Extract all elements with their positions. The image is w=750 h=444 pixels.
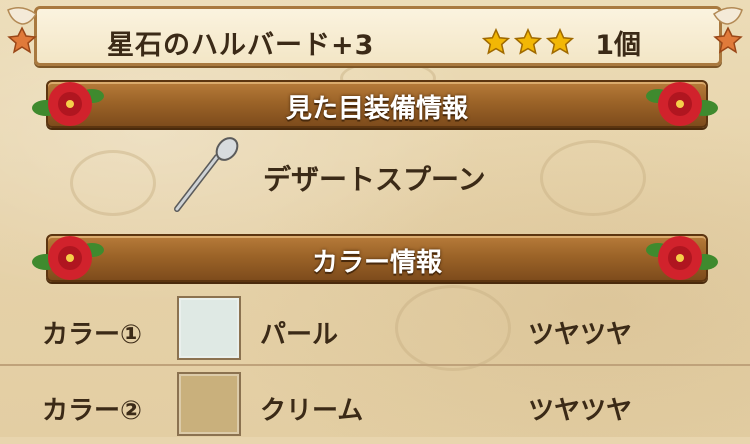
starfish-shell-ornament-icon <box>713 7 743 54</box>
row-divider <box>0 364 750 366</box>
spoon-icon <box>174 137 239 212</box>
appearance-item-name: デザートスプーン <box>263 163 486 196</box>
color-row: カラー① パール ツヤツヤ <box>0 296 750 368</box>
color-swatch <box>177 372 241 436</box>
color-swatch <box>177 296 241 360</box>
color-section-banner: カラー情報 <box>46 234 708 282</box>
item-name: 星石のハルバード+3 <box>107 30 375 61</box>
item-header: 星石のハルバード+3 1個 <box>34 6 722 66</box>
star-icon <box>514 28 542 55</box>
appearance-section-banner: 見た目装備情報 <box>46 80 708 128</box>
starfish-shell-ornament-icon <box>7 7 37 54</box>
color-row-label: カラー② <box>42 396 143 426</box>
background-swirl <box>70 150 156 216</box>
hibiscus-flower-icon <box>32 82 104 126</box>
star-icon <box>482 28 510 55</box>
rarity-stars <box>482 28 574 56</box>
color-name: パール <box>260 320 339 350</box>
background-swirl <box>540 140 646 216</box>
item-count: 1個 <box>595 30 641 61</box>
appearance-section-title: 見た目装備情報 <box>285 94 468 124</box>
hibiscus-flower-icon <box>646 82 718 126</box>
color-finish: ツヤツヤ <box>528 396 633 426</box>
color-row: カラー② クリーム ツヤツヤ <box>0 372 750 444</box>
color-name: クリーム <box>260 396 364 426</box>
star-icon <box>546 28 574 55</box>
color-row-label: カラー① <box>42 320 143 350</box>
color-finish: ツヤツヤ <box>528 320 633 350</box>
hibiscus-flower-icon <box>32 236 104 280</box>
hibiscus-flower-icon <box>646 236 718 280</box>
color-section-title: カラー情報 <box>311 248 442 278</box>
